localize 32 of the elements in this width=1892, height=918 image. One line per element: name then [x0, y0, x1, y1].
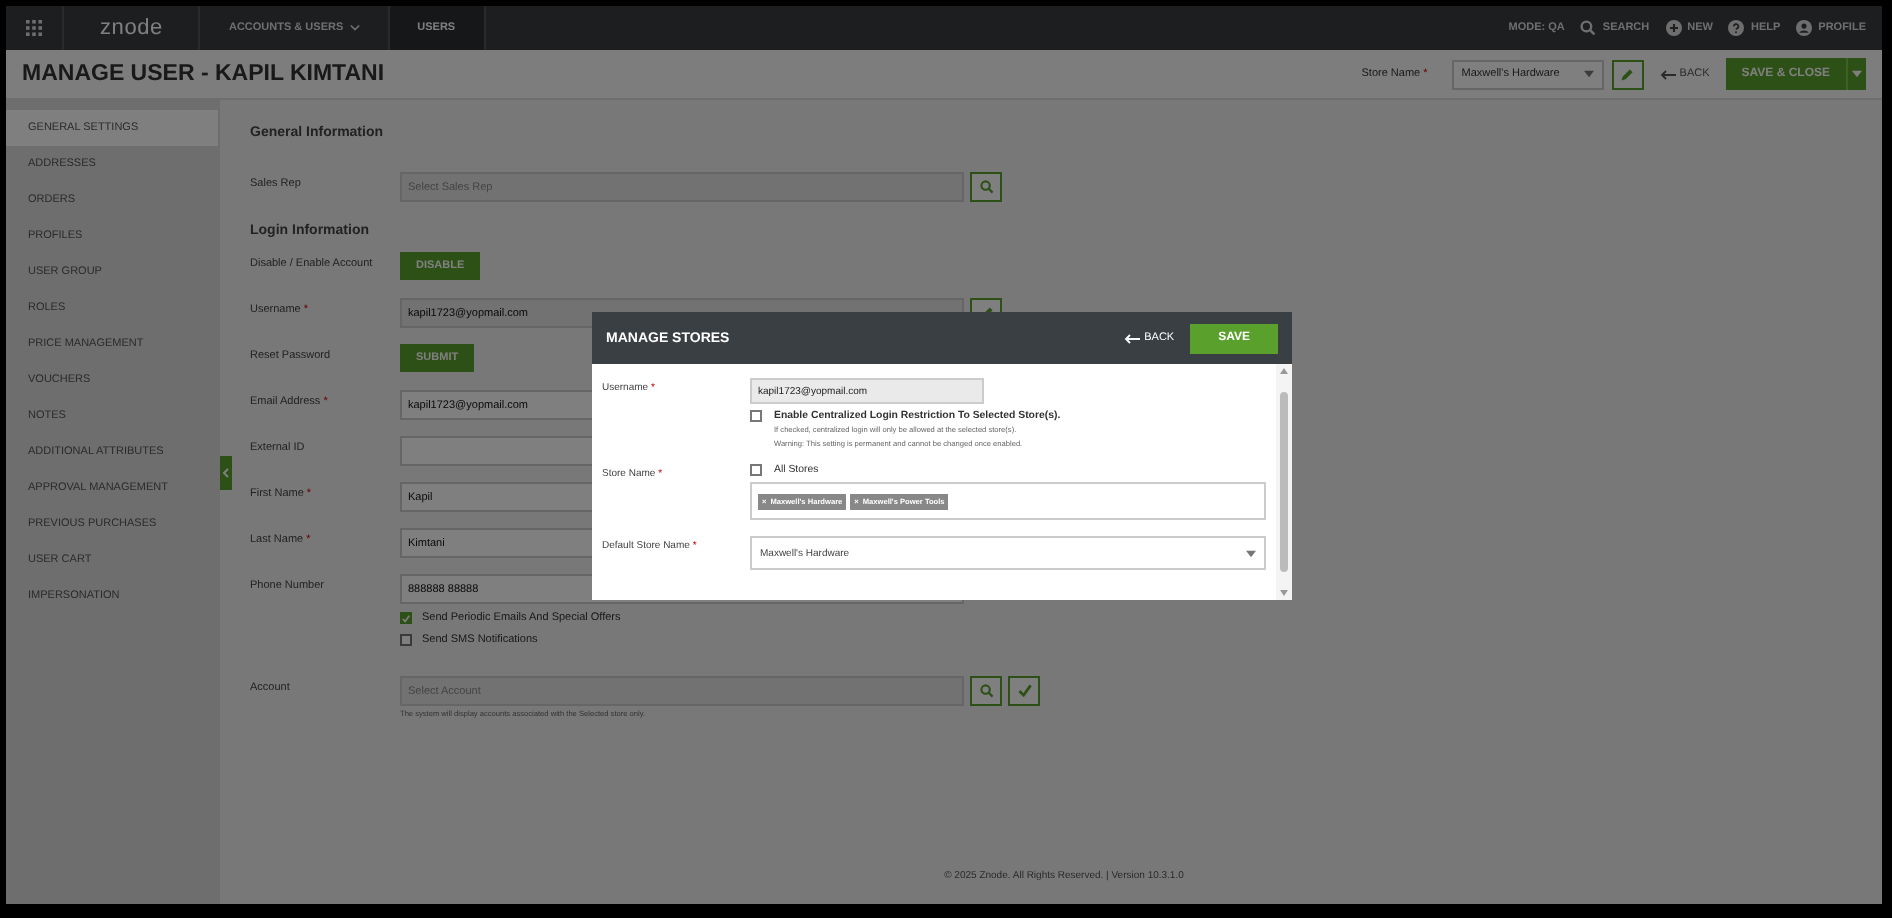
arrow-left-icon [1124, 333, 1141, 343]
search-button[interactable] [970, 676, 1002, 706]
caret-icon [1246, 549, 1256, 557]
checkbox[interactable] [750, 410, 762, 422]
check-icon [402, 613, 410, 623]
page-title: MANAGE USER - KAPIL KIMTANI [22, 62, 385, 86]
checkbox[interactable] [400, 634, 412, 646]
arrow-left-icon [1659, 69, 1676, 79]
caret-icon [1583, 70, 1594, 78]
search-icon [979, 180, 993, 194]
pencil-icon [1620, 67, 1635, 81]
chevron-left-icon [222, 468, 230, 478]
search-icon [979, 684, 993, 698]
plus-circle-icon [1665, 20, 1682, 36]
arrow-down-icon [1280, 590, 1288, 596]
edit-button[interactable] [1611, 59, 1644, 89]
checkbox[interactable] [400, 612, 412, 624]
check-icon [1017, 684, 1031, 698]
help-icon [1728, 20, 1745, 36]
collapse-button[interactable] [220, 456, 232, 490]
arrow-up-icon [1280, 368, 1288, 374]
caret-icon [1852, 70, 1862, 78]
dropdown-button[interactable] [1846, 58, 1866, 90]
chevron-icon [349, 24, 360, 32]
scrollbar[interactable] [1276, 364, 1292, 600]
checkbox[interactable] [750, 464, 762, 476]
profile-icon [1796, 20, 1813, 36]
search-button[interactable] [970, 172, 1002, 202]
search-icon [1580, 20, 1597, 36]
check-button[interactable] [1008, 676, 1040, 706]
logo[interactable]: znode [64, 16, 199, 40]
grid-menu-icon [26, 20, 42, 36]
